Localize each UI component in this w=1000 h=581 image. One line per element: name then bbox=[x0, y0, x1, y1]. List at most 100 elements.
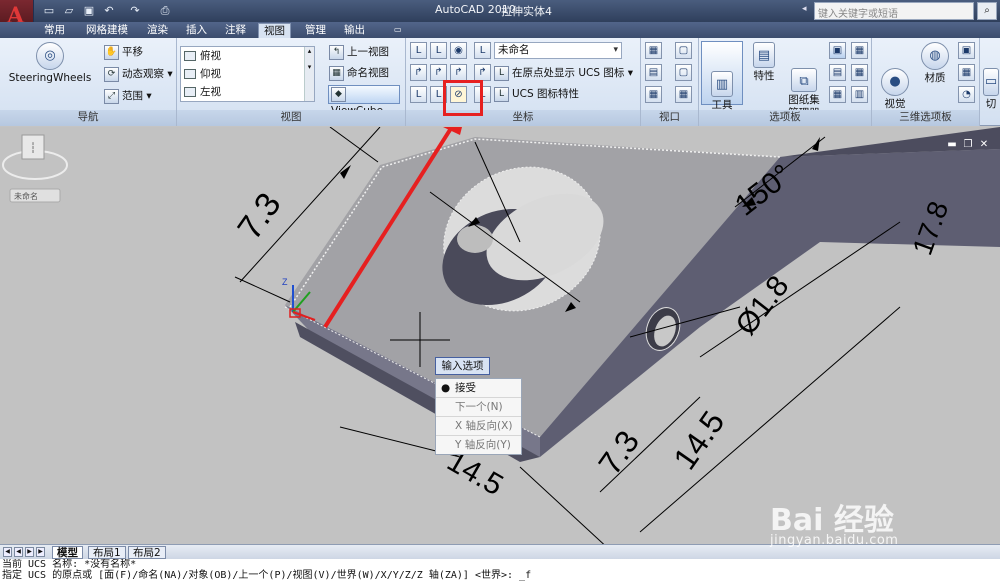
tab-output[interactable]: 输出 bbox=[344, 23, 365, 38]
panel-title: 视图 bbox=[177, 110, 405, 126]
menu-item-flip-x[interactable]: X 轴反向(X) bbox=[436, 417, 521, 436]
viewcube-face-glyph: ┆ bbox=[30, 142, 36, 154]
menu-item-accept[interactable]: ● 接受 bbox=[436, 379, 521, 398]
extents-button[interactable]: ⤢ 范围 ▾ bbox=[104, 88, 152, 104]
layout-tab-model[interactable]: 模型 bbox=[52, 546, 83, 559]
viewport-minimize-icon[interactable]: ▬ bbox=[944, 139, 960, 150]
viewport-close-icon[interactable]: ✕ bbox=[976, 139, 992, 150]
ucs-icon[interactable]: L bbox=[410, 42, 427, 59]
tab-home[interactable]: 常用 bbox=[44, 23, 65, 38]
view-list-scrollbar[interactable]: ▴ ▾ bbox=[304, 47, 314, 101]
ucs-view-icon[interactable]: ↱ bbox=[450, 64, 467, 81]
command-line[interactable]: 当前 UCS 名称: *没有名称* 指定 UCS 的原点或 [面(F)/命名(N… bbox=[0, 559, 1000, 581]
viewport-restore-icon[interactable]: ❐ bbox=[960, 139, 976, 150]
viewcube-toggle[interactable]: ◆ViewCube bbox=[328, 85, 400, 117]
orbit-button[interactable]: ⟳ 动态观察 ▾ bbox=[104, 66, 173, 82]
design-center-icon[interactable]: ▦ bbox=[851, 64, 868, 81]
viewport-join-icon[interactable]: ▦ bbox=[645, 86, 662, 103]
search-icon[interactable]: ⌕ bbox=[977, 2, 997, 20]
previous-view-icon: ↰ bbox=[329, 44, 344, 60]
save-icon[interactable]: ▣ bbox=[80, 2, 98, 19]
viewport-config-icon[interactable]: ▦ bbox=[645, 42, 662, 59]
menu-item-next[interactable]: 下一个(N) bbox=[436, 398, 521, 417]
named-view-icon: ▦ bbox=[329, 65, 344, 81]
document-title: 拉伸实体4 bbox=[501, 5, 552, 18]
ucs-3point-icon[interactable]: ↱ bbox=[430, 64, 447, 81]
panel-switch: ▭ 切 bbox=[980, 38, 1000, 126]
plot-icon[interactable]: ⎙ bbox=[156, 2, 174, 19]
tab-annotate[interactable]: 注释 bbox=[225, 23, 246, 38]
highlight-box bbox=[443, 80, 483, 116]
steeringwheels-button[interactable]: ◎ SteeringWheels bbox=[8, 42, 92, 85]
tool-palettes-button[interactable]: ▥工具 选项板 bbox=[701, 41, 743, 124]
prev-layout-icon[interactable]: ◀ bbox=[14, 547, 23, 557]
tab-view[interactable]: 视图 bbox=[258, 23, 291, 38]
lights-icon[interactable]: ▣ bbox=[958, 42, 975, 59]
drawing-area[interactable]: Z 7.3 150° 17.8 Ø1.8 7.3 14.5 14.5 ▬ ❐ ✕ ┆ bbox=[0, 127, 1000, 544]
ucs-origin-icon[interactable]: ↱ bbox=[410, 64, 427, 81]
pan-button[interactable]: ✋ 平移 bbox=[104, 44, 143, 60]
previous-view-button[interactable]: ↰ 上一视图 bbox=[329, 44, 389, 60]
markup-icon[interactable]: ▦ bbox=[851, 42, 868, 59]
calculator-icon[interactable]: ▦ bbox=[829, 86, 846, 103]
tab-mesh[interactable]: 网格建模 bbox=[86, 23, 128, 38]
tab-render[interactable]: 渲染 bbox=[147, 23, 168, 38]
show-ucs-at-origin-button[interactable]: L 在原点处显示 UCS 图标 ▾ bbox=[494, 65, 633, 81]
last-layout-icon[interactable]: ▶ bbox=[36, 547, 45, 557]
quickcalc-icon[interactable]: ▤ bbox=[829, 64, 846, 81]
title-bar: A ▭ ▱ ▣ ↶ ↷ ⎙ AutoCAD 2010 拉伸实体4 ◂ 键入关键字… bbox=[0, 0, 1000, 36]
viewport-clip-icon[interactable]: ▤ bbox=[645, 64, 662, 81]
panel-3d-palettes: ●视觉 样式 ◍材质 ▣ ▦ ◔ 三维选项板 bbox=[872, 38, 980, 126]
undo-icon[interactable]: ↶ bbox=[100, 2, 118, 19]
viewcube-widget[interactable]: ┆ 未命名 bbox=[0, 127, 70, 207]
tab-manage[interactable]: 管理 bbox=[305, 23, 326, 38]
materials-button[interactable]: ◍ 材质 bbox=[916, 42, 954, 85]
sun-properties-icon[interactable]: ▦ bbox=[958, 64, 975, 81]
properties-button[interactable]: ▤ 特性 bbox=[749, 42, 779, 83]
tab-insert[interactable]: 插入 bbox=[186, 23, 207, 38]
ucs-object-icon[interactable]: L bbox=[410, 86, 427, 103]
tool-palette-icon: ▥ bbox=[711, 71, 733, 97]
ucs-world-icon[interactable]: L bbox=[430, 42, 447, 59]
search-expand-icon[interactable]: ◂ bbox=[802, 4, 812, 18]
visual-styles-icon: ● bbox=[881, 68, 909, 96]
ucs-icon-properties-button[interactable]: L UCS 图标特性 bbox=[494, 86, 579, 102]
view-list[interactable]: 俯视 仰视 左视 ▴ ▾ bbox=[180, 46, 315, 102]
ucs-x-icon[interactable]: ↱ bbox=[474, 64, 491, 81]
redo-icon[interactable]: ↷ bbox=[126, 2, 144, 19]
first-layout-icon[interactable]: ◀ bbox=[3, 547, 12, 557]
named-view-button[interactable]: ▦ 命名视图 bbox=[329, 65, 389, 81]
view-bottom-icon bbox=[184, 69, 196, 79]
view-left-icon bbox=[184, 87, 196, 97]
view-item-left[interactable]: 左视 bbox=[181, 83, 314, 101]
viewcube-ucs-label: 未命名 bbox=[14, 191, 38, 201]
open-file-icon[interactable]: ▱ bbox=[60, 2, 78, 19]
dimension-text: 14.5 bbox=[666, 404, 731, 476]
panel-viewports: ▦ ▢ ▤ ▢ ▦ ▦ 视口 bbox=[641, 38, 699, 126]
panel-navigation: ◎ SteeringWheels ✋ 平移 ⟳ 动态观察 ▾ ⤢ 范围 ▾ 导航 bbox=[0, 38, 177, 126]
dbconnect-icon[interactable]: ▣ bbox=[829, 42, 846, 59]
advanced-render-icon[interactable]: ◔ bbox=[958, 86, 975, 103]
next-layout-icon[interactable]: ▶ bbox=[25, 547, 34, 557]
layout-tab-2[interactable]: 布局2 bbox=[128, 546, 166, 559]
viewcube-icon: ◆ bbox=[331, 86, 346, 102]
menu-item-flip-y[interactable]: Y 轴反向(Y) bbox=[436, 436, 521, 455]
viewport-restore-icon[interactable]: ▦ bbox=[675, 86, 692, 103]
external-refs-icon[interactable]: ▥ bbox=[851, 86, 868, 103]
new-file-icon[interactable]: ▭ bbox=[40, 2, 58, 19]
sheet-set-icon: ⧉ bbox=[791, 68, 817, 92]
view-item-bottom[interactable]: 仰视 bbox=[181, 65, 314, 83]
ucs-name-combo[interactable]: 未命名 bbox=[494, 42, 622, 59]
layout-tab-1[interactable]: 布局1 bbox=[88, 546, 126, 559]
new-viewport-icon[interactable]: ▢ bbox=[675, 42, 692, 59]
ucs-z-icon[interactable]: L bbox=[474, 42, 491, 59]
help-search-input[interactable]: 键入关键字或短语 bbox=[814, 2, 974, 20]
view-item-top[interactable]: 俯视 bbox=[181, 47, 314, 65]
panel-title: 坐标 bbox=[406, 110, 640, 126]
viewport-polygon-icon[interactable]: ▢ bbox=[675, 64, 692, 81]
ribbon-minimize-icon[interactable]: ▭ bbox=[394, 23, 402, 38]
panel-title: 选项板 bbox=[699, 110, 871, 126]
panel-coordinates: L L ◉ L ↱ ↱ ↱ ↱ L L ⊘ L 未命名 L在原点处显示 UCS … bbox=[406, 38, 641, 126]
switch-windows-button[interactable]: ▭ 切 bbox=[982, 42, 1000, 137]
ucs-previous-icon[interactable]: ◉ bbox=[450, 42, 467, 59]
